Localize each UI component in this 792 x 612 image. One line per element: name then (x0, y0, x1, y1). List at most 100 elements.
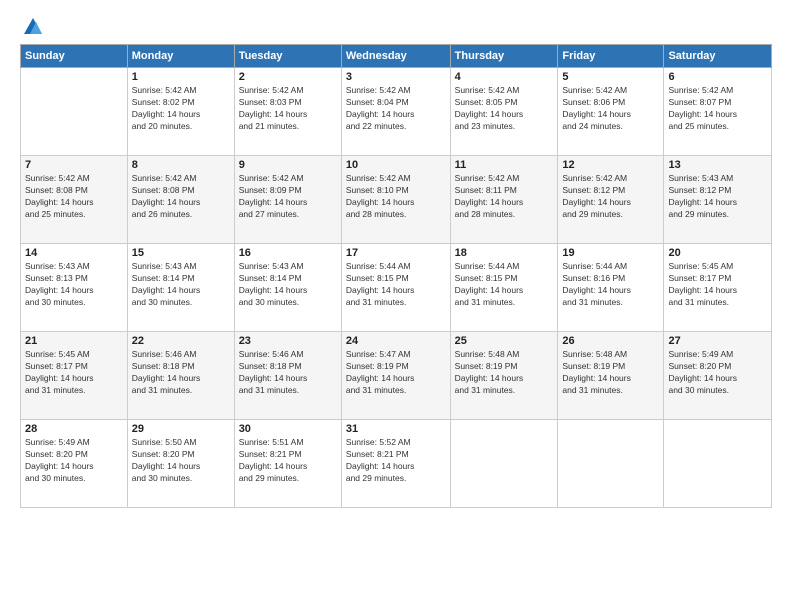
day-info: Sunrise: 5:43 AM Sunset: 8:13 PM Dayligh… (25, 261, 123, 309)
day-number: 29 (132, 423, 230, 435)
day-number: 30 (239, 423, 337, 435)
calendar-cell (664, 420, 772, 508)
week-row-1: 7Sunrise: 5:42 AM Sunset: 8:08 PM Daylig… (21, 156, 772, 244)
calendar-cell: 22 Sunrise: 5:46 AM Sunset: 8:18 PM Dayli… (127, 332, 234, 420)
day-number: 19 (562, 247, 659, 259)
day-info: Sunrise: 5:46 AM Sunset: 8:18 PM Dayligh… (239, 349, 337, 397)
day-number: 16 (239, 247, 337, 259)
calendar-cell: 20Sunrise: 5:45 AM Sunset: 8:17 PM Dayli… (664, 244, 772, 332)
day-info: Sunrise: 5:46 AM Sunset: 8:18 PM Dayligh… (132, 349, 230, 397)
calendar-cell: 31 Sunrise: 5:52 AM Sunset: 8:21 PM Dayli… (341, 420, 450, 508)
day-header-friday: Friday (558, 45, 664, 68)
day-info: Sunrise: 5:49 AM Sunset: 8:20 PM Dayligh… (668, 349, 767, 397)
day-info: Sunrise: 5:45 AM Sunset: 8:17 PM Dayligh… (25, 349, 123, 397)
calendar-cell: 9Sunrise: 5:42 AM Sunset: 8:09 PM Daylig… (234, 156, 341, 244)
day-number: 23 (239, 335, 337, 347)
calendar-cell: 16 Sunrise: 5:43 AM Sunset: 8:14 PM Dayli… (234, 244, 341, 332)
calendar-cell: 25 Sunrise: 5:48 AM Sunset: 8:19 PM Dayli… (450, 332, 558, 420)
day-header-monday: Monday (127, 45, 234, 68)
day-info: Sunrise: 5:42 AM Sunset: 8:10 PM Dayligh… (346, 173, 446, 221)
calendar-cell: 10 Sunrise: 5:42 AM Sunset: 8:10 PM Dayli… (341, 156, 450, 244)
calendar-cell: 26 Sunrise: 5:48 AM Sunset: 8:19 PM Dayli… (558, 332, 664, 420)
day-number: 10 (346, 159, 446, 171)
day-info: Sunrise: 5:51 AM Sunset: 8:21 PM Dayligh… (239, 437, 337, 485)
day-number: 20 (668, 247, 767, 259)
day-number: 18 (455, 247, 554, 259)
calendar-cell: 18Sunrise: 5:44 AM Sunset: 8:15 PM Dayli… (450, 244, 558, 332)
day-header-saturday: Saturday (664, 45, 772, 68)
day-info: Sunrise: 5:42 AM Sunset: 8:12 PM Dayligh… (562, 173, 659, 221)
day-number: 3 (346, 71, 446, 83)
week-row-0: 1 Sunrise: 5:42 AM Sunset: 8:02 PM Daylig… (21, 68, 772, 156)
day-info: Sunrise: 5:42 AM Sunset: 8:03 PM Dayligh… (239, 85, 337, 133)
day-info: Sunrise: 5:42 AM Sunset: 8:08 PM Dayligh… (25, 173, 123, 221)
calendar-cell: 8 Sunrise: 5:42 AM Sunset: 8:08 PM Daylig… (127, 156, 234, 244)
day-number: 8 (132, 159, 230, 171)
day-number: 22 (132, 335, 230, 347)
day-number: 26 (562, 335, 659, 347)
calendar-cell (450, 420, 558, 508)
day-number: 24 (346, 335, 446, 347)
day-header-sunday: Sunday (21, 45, 128, 68)
day-number: 11 (455, 159, 554, 171)
day-number: 1 (132, 71, 230, 83)
calendar-body: 1 Sunrise: 5:42 AM Sunset: 8:02 PM Daylig… (21, 68, 772, 508)
calendar-cell: 6 Sunrise: 5:42 AM Sunset: 8:07 PM Daylig… (664, 68, 772, 156)
day-info: Sunrise: 5:42 AM Sunset: 8:02 PM Dayligh… (132, 85, 230, 133)
week-row-4: 28 Sunrise: 5:49 AM Sunset: 8:20 PM Dayli… (21, 420, 772, 508)
day-number: 15 (132, 247, 230, 259)
day-info: Sunrise: 5:48 AM Sunset: 8:19 PM Dayligh… (455, 349, 554, 397)
day-header-thursday: Thursday (450, 45, 558, 68)
calendar-cell: 7Sunrise: 5:42 AM Sunset: 8:08 PM Daylig… (21, 156, 128, 244)
day-number: 21 (25, 335, 123, 347)
day-info: Sunrise: 5:52 AM Sunset: 8:21 PM Dayligh… (346, 437, 446, 485)
day-info: Sunrise: 5:42 AM Sunset: 8:11 PM Dayligh… (455, 173, 554, 221)
logo-icon (22, 16, 44, 38)
day-info: Sunrise: 5:48 AM Sunset: 8:19 PM Dayligh… (562, 349, 659, 397)
day-number: 5 (562, 71, 659, 83)
calendar-cell: 21 Sunrise: 5:45 AM Sunset: 8:17 PM Dayli… (21, 332, 128, 420)
calendar-header: SundayMondayTuesdayWednesdayThursdayFrid… (21, 45, 772, 68)
calendar-cell: 28 Sunrise: 5:49 AM Sunset: 8:20 PM Dayli… (21, 420, 128, 508)
calendar-cell (21, 68, 128, 156)
day-info: Sunrise: 5:42 AM Sunset: 8:06 PM Dayligh… (562, 85, 659, 133)
day-info: Sunrise: 5:42 AM Sunset: 8:05 PM Dayligh… (455, 85, 554, 133)
day-number: 2 (239, 71, 337, 83)
calendar-cell: 12 Sunrise: 5:42 AM Sunset: 8:12 PM Dayli… (558, 156, 664, 244)
calendar-cell: 23 Sunrise: 5:46 AM Sunset: 8:18 PM Dayli… (234, 332, 341, 420)
day-info: Sunrise: 5:43 AM Sunset: 8:14 PM Dayligh… (132, 261, 230, 309)
calendar-cell (558, 420, 664, 508)
calendar: SundayMondayTuesdayWednesdayThursdayFrid… (20, 44, 772, 508)
calendar-cell: 13 Sunrise: 5:43 AM Sunset: 8:12 PM Dayli… (664, 156, 772, 244)
week-row-3: 21 Sunrise: 5:45 AM Sunset: 8:17 PM Dayli… (21, 332, 772, 420)
calendar-cell: 11 Sunrise: 5:42 AM Sunset: 8:11 PM Dayli… (450, 156, 558, 244)
day-number: 17 (346, 247, 446, 259)
day-info: Sunrise: 5:42 AM Sunset: 8:07 PM Dayligh… (668, 85, 767, 133)
day-info: Sunrise: 5:44 AM Sunset: 8:16 PM Dayligh… (562, 261, 659, 309)
day-number: 4 (455, 71, 554, 83)
calendar-cell: 4 Sunrise: 5:42 AM Sunset: 8:05 PM Daylig… (450, 68, 558, 156)
calendar-cell: 24Sunrise: 5:47 AM Sunset: 8:19 PM Dayli… (341, 332, 450, 420)
calendar-cell: 15 Sunrise: 5:43 AM Sunset: 8:14 PM Dayli… (127, 244, 234, 332)
day-header-tuesday: Tuesday (234, 45, 341, 68)
day-info: Sunrise: 5:43 AM Sunset: 8:12 PM Dayligh… (668, 173, 767, 221)
day-number: 12 (562, 159, 659, 171)
day-number: 6 (668, 71, 767, 83)
calendar-cell: 17 Sunrise: 5:44 AM Sunset: 8:15 PM Dayli… (341, 244, 450, 332)
day-info: Sunrise: 5:50 AM Sunset: 8:20 PM Dayligh… (132, 437, 230, 485)
calendar-cell: 14Sunrise: 5:43 AM Sunset: 8:13 PM Dayli… (21, 244, 128, 332)
day-info: Sunrise: 5:42 AM Sunset: 8:08 PM Dayligh… (132, 173, 230, 221)
day-number: 13 (668, 159, 767, 171)
calendar-cell: 1 Sunrise: 5:42 AM Sunset: 8:02 PM Daylig… (127, 68, 234, 156)
day-number: 31 (346, 423, 446, 435)
calendar-cell: 5 Sunrise: 5:42 AM Sunset: 8:06 PM Daylig… (558, 68, 664, 156)
day-number: 25 (455, 335, 554, 347)
day-number: 28 (25, 423, 123, 435)
calendar-cell: 29 Sunrise: 5:50 AM Sunset: 8:20 PM Dayli… (127, 420, 234, 508)
calendar-cell: 30 Sunrise: 5:51 AM Sunset: 8:21 PM Dayli… (234, 420, 341, 508)
calendar-cell: 27Sunrise: 5:49 AM Sunset: 8:20 PM Dayli… (664, 332, 772, 420)
day-info: Sunrise: 5:43 AM Sunset: 8:14 PM Dayligh… (239, 261, 337, 309)
day-number: 9 (239, 159, 337, 171)
day-info: Sunrise: 5:44 AM Sunset: 8:15 PM Dayligh… (346, 261, 446, 309)
day-info: Sunrise: 5:49 AM Sunset: 8:20 PM Dayligh… (25, 437, 123, 485)
